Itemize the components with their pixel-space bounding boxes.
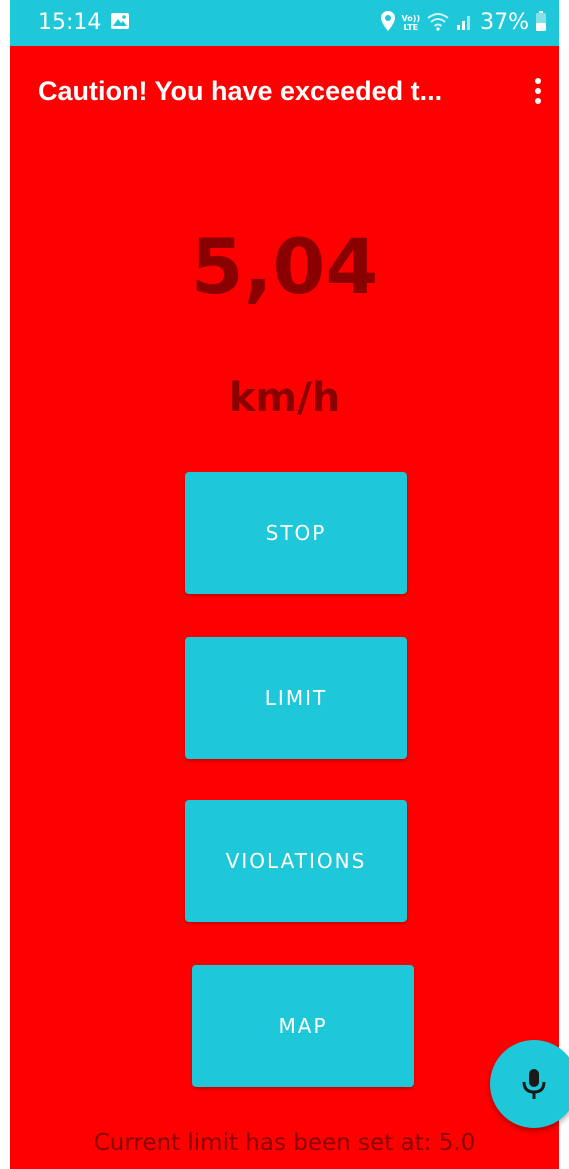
- status-time: 15:14: [38, 10, 102, 35]
- battery-icon: [535, 10, 547, 36]
- voice-input-button[interactable]: [490, 1040, 569, 1128]
- gallery-notification-icon: [110, 12, 130, 30]
- volte-icon: Vo)) LTE: [402, 14, 421, 32]
- limit-button[interactable]: LIMIT: [185, 637, 407, 759]
- microphone-icon: [522, 1069, 546, 1099]
- signal-icon: [456, 11, 474, 35]
- volte-bottom: LTE: [403, 23, 419, 32]
- status-bar: 15:14 Vo)) LTE 37%: [10, 0, 559, 46]
- more-vert-icon[interactable]: [523, 72, 553, 110]
- map-button[interactable]: MAP: [192, 965, 414, 1087]
- menu-dot: [535, 98, 541, 104]
- violations-button[interactable]: VIOLATIONS: [185, 800, 407, 922]
- menu-dot: [535, 88, 541, 94]
- app-bar: Caution! You have exceeded t...: [10, 46, 559, 134]
- status-icons: Vo)) LTE 37%: [374, 9, 547, 37]
- app-title: Caution! You have exceeded t...: [38, 76, 443, 106]
- menu-dot: [535, 78, 541, 84]
- app-screen: 15:14 Vo)) LTE 37% Caution! You have exc…: [10, 0, 559, 1169]
- volte-top: Vo)): [401, 14, 421, 23]
- stop-button[interactable]: STOP: [185, 472, 407, 594]
- speed-unit: km/h: [228, 375, 341, 421]
- speed-value: 5,04: [190, 222, 379, 311]
- location-icon: [380, 10, 396, 36]
- battery-percent: 37%: [480, 10, 529, 35]
- current-limit-text: Current limit has been set at: 5.0: [93, 1130, 476, 1156]
- wifi-icon: [426, 11, 450, 35]
